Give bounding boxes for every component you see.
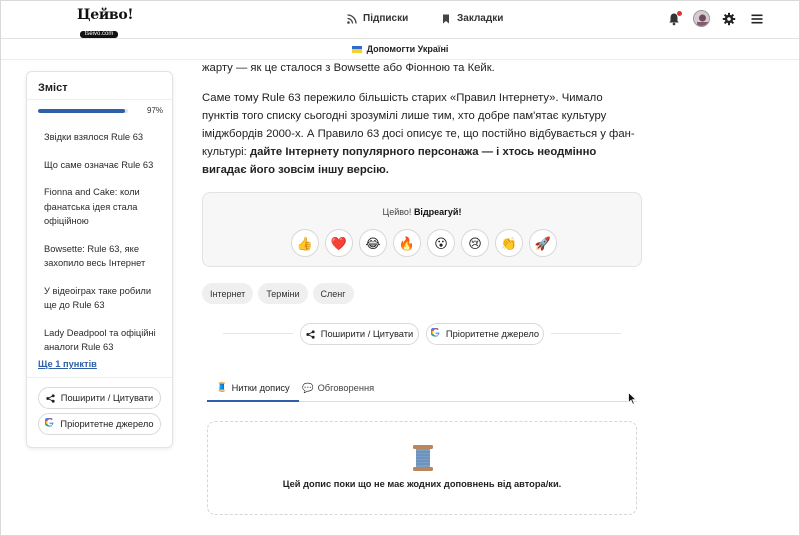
post-tabs: 🧵 Нитки допису 💬 Обговорення	[207, 375, 637, 402]
nav-bookmarks-label: Закладки	[457, 13, 504, 24]
table-of-contents: Зміст 97% Звідки взялося Rule 63 Що саме…	[26, 71, 173, 448]
logo-wordmark: Цейво!	[77, 7, 134, 23]
logo-domain: tseivo.com	[79, 31, 119, 38]
toc-share-button[interactable]: Поширити / Цитувати	[38, 387, 161, 409]
reaction-rocket-button[interactable]: 🚀	[529, 229, 557, 257]
toc-item[interactable]: Lady Deadpool та офіційні аналоги Rule 6…	[44, 326, 164, 355]
share-icon	[46, 393, 55, 403]
tab-discussion[interactable]: 💬 Обговорення	[293, 375, 383, 401]
reaction-laugh-button[interactable]: 😂	[359, 229, 387, 257]
notifications-button[interactable]	[667, 11, 682, 26]
reading-progress-label: 97%	[147, 106, 164, 115]
nav-subscriptions[interactable]: Підписки	[347, 13, 408, 24]
toc-divider	[27, 377, 172, 378]
toc-item[interactable]: Bowsette: Rule 63, яке захопило весь Інт…	[44, 242, 164, 271]
toc-item[interactable]: У відеоіграх таке робили ще до Rule 63	[44, 284, 164, 313]
article-emphasis: дайте Інтернету популярного персонажа — …	[202, 146, 597, 176]
reactions-panel: Цейво! Відреагуй! 👍 ❤️ 😂 🔥 😮 😢 👏 🚀	[202, 192, 642, 267]
google-icon	[430, 327, 440, 340]
divider-line	[223, 333, 293, 334]
bookmark-icon	[443, 14, 449, 23]
tag-chip[interactable]: Сленг	[312, 283, 354, 304]
reactions-prompt: Цейво! Відреагуй!	[203, 207, 641, 217]
notification-dot	[677, 11, 682, 16]
divider-line	[551, 333, 621, 334]
reaction-fire-button[interactable]: 🔥	[393, 229, 421, 257]
reaction-wow-button[interactable]: 😮	[427, 229, 455, 257]
site-header: Цейво! tseivo.com Підписки Закладки	[1, 1, 799, 39]
threads-empty-state: Цей допис поки що не має жодних доповнен…	[207, 421, 637, 515]
priority-source-label: Пріоритетне джерело	[445, 329, 540, 339]
nav-bookmarks[interactable]: Закладки	[441, 13, 503, 24]
tag-chip[interactable]: Інтернет	[202, 283, 254, 304]
reading-progress-bar	[38, 109, 128, 113]
share-cite-label: Поширити / Цитувати	[320, 329, 414, 339]
menu-button[interactable]	[750, 12, 764, 26]
support-ukraine-banner[interactable]: Допомогти Україні	[1, 39, 799, 60]
share-cite-button[interactable]: Поширити / Цитувати	[300, 323, 419, 345]
reaction-heart-button[interactable]: ❤️	[325, 229, 353, 257]
google-icon	[44, 417, 54, 430]
reactions-prompt-brand: Цейво!	[382, 207, 412, 217]
reading-progress-fill	[38, 109, 126, 113]
thread-spool-icon	[413, 445, 433, 471]
mouse-cursor-icon	[628, 392, 637, 405]
tab-threads-label: Нитки допису	[231, 382, 290, 393]
reaction-thumbs-up-button[interactable]: 👍	[291, 229, 319, 257]
toc-item[interactable]: Fionna and Cake: коли фанатська ідея ста…	[44, 185, 164, 229]
toc-priority-source-label: Пріоритетне джерело	[60, 419, 154, 429]
reactions-prompt-cta: Відреагуй!	[413, 207, 462, 217]
nav-subscriptions-label: Підписки	[363, 13, 409, 24]
rss-icon	[347, 13, 357, 24]
toc-item[interactable]: Звідки взялося Rule 63	[44, 130, 164, 145]
share-icon	[306, 329, 315, 339]
toc-list: Звідки взялося Rule 63 Що саме означає R…	[44, 130, 164, 368]
gear-icon	[722, 12, 736, 26]
toc-divider	[27, 99, 172, 100]
article-paragraph: жарту — як це сталося з Bowsette або Фіо…	[202, 62, 495, 74]
tab-threads[interactable]: 🧵 Нитки допису	[207, 375, 299, 402]
reaction-sad-button[interactable]: 😢	[461, 229, 489, 257]
priority-source-button[interactable]: Пріоритетне джерело	[426, 323, 544, 345]
thread-icon: 🧵	[216, 382, 228, 392]
empty-state-message: Цей допис поки що не має жодних доповнен…	[282, 479, 562, 489]
toc-show-more-link[interactable]: Ще 1 пунктів	[38, 359, 97, 369]
support-ukraine-link[interactable]: Допомогти Україні	[367, 44, 449, 54]
site-logo[interactable]: Цейво! tseivo.com	[77, 7, 134, 38]
settings-button[interactable]	[722, 12, 736, 26]
ukraine-flag-icon	[351, 45, 362, 53]
tag-chip[interactable]: Терміни	[258, 283, 308, 304]
toc-title: Зміст	[38, 82, 68, 94]
avatar-image	[694, 11, 709, 26]
speech-bubble-icon: 💬	[302, 382, 314, 393]
toc-priority-source-button[interactable]: Пріоритетне джерело	[38, 413, 161, 435]
tab-discussion-label: Обговорення	[317, 383, 375, 393]
hamburger-icon	[751, 14, 763, 24]
reactions-row: 👍 ❤️ 😂 🔥 😮 😢 👏 🚀	[291, 229, 557, 257]
article-paragraph: Саме тому Rule 63 пережило більшість ста…	[202, 89, 642, 179]
toc-item[interactable]: Що саме означає Rule 63	[44, 158, 164, 173]
toc-share-label: Поширити / Цитувати	[60, 393, 154, 403]
tag-list: Інтернет Терміни Сленг	[202, 283, 354, 304]
reaction-clap-button[interactable]: 👏	[495, 229, 523, 257]
article-body: жарту — як це сталося з Bowsette або Фіо…	[202, 59, 642, 179]
user-avatar[interactable]	[693, 10, 710, 27]
